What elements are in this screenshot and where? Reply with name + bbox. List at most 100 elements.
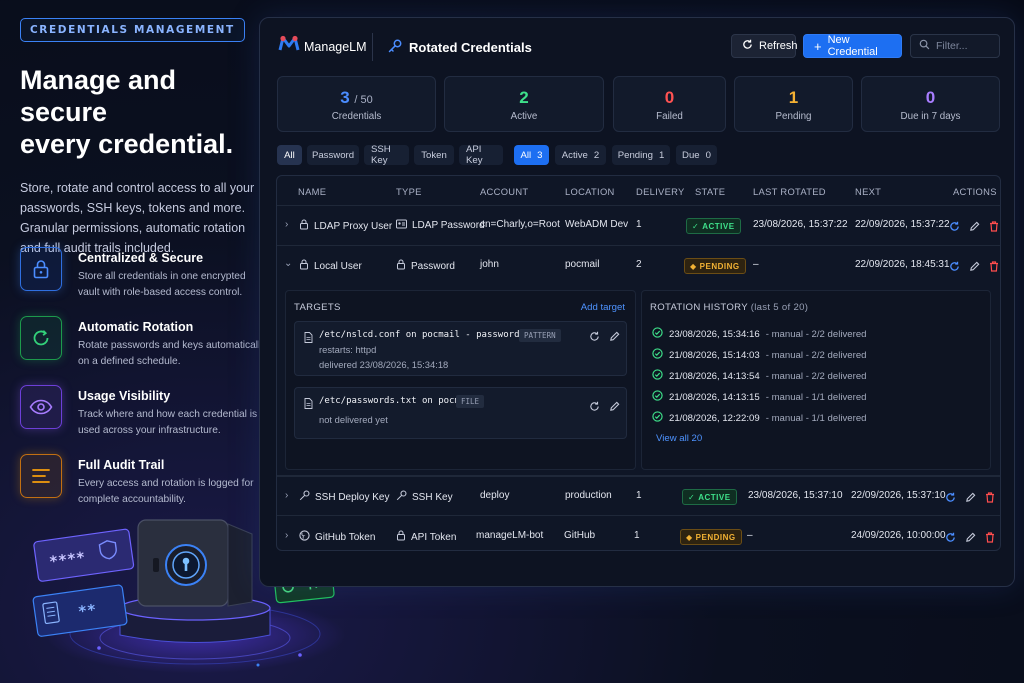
stat-label: Failed [656,111,683,122]
refresh-button[interactable]: Refresh [731,34,798,58]
new-credential-button[interactable]: + New Credential [803,34,902,58]
headline-line-2: every credential. [20,129,234,159]
target-tag: PATTERN [519,329,561,342]
edit-icon[interactable] [965,490,976,508]
rotate-icon[interactable] [949,219,960,237]
view-all-link[interactable]: View all 20 [656,433,702,444]
lock-icon [299,219,309,233]
type-filter-token[interactable]: Token [414,145,454,165]
feature-desc: Store all credentials in one encrypted v… [78,271,246,298]
feature-title: Usage Visibility [78,389,171,403]
target-card: /etc/nslcd.conf on pocmail - password ".… [294,321,627,376]
row-type-text: SSH Key [412,491,453,503]
chip-count: 2 [593,149,600,161]
type-filter-password[interactable]: Password [307,145,359,165]
col-account[interactable]: ACCOUNT [480,186,528,197]
col-type[interactable]: TYPE [396,186,422,197]
col-location[interactable]: LOCATION [565,186,615,197]
edit-icon[interactable] [969,259,980,277]
trash-icon[interactable] [989,219,999,237]
table-row[interactable]: › SSH Deploy Key SSH Key deploy producti… [277,476,1000,516]
row-name-text: GitHub Token [315,531,376,543]
rotate-icon[interactable] [945,530,956,548]
table-row[interactable]: › LDAP Proxy User LDAP Password cn=Charl… [277,206,1000,246]
add-target-link[interactable]: Add target [581,302,625,313]
filter-input[interactable]: Filter... [910,34,1000,58]
key-icon [396,490,407,504]
stat-label: Credentials [331,111,382,122]
feature-title: Full Audit Trail [78,458,165,472]
feature-title: Centralized & Secure [78,251,204,265]
stat-failed[interactable]: 0 Failed [613,76,726,132]
app-logo[interactable]: ManageLM [278,35,367,58]
edit-icon[interactable] [609,329,620,347]
col-next[interactable]: NEXT [855,186,881,197]
chip-count: 3 [537,149,543,161]
edit-icon[interactable] [969,219,980,237]
file-icon [304,396,313,414]
state-filter-all[interactable]: All 3 [514,145,549,165]
chevron-right-icon[interactable]: › [285,219,288,230]
status-badge: ◆ PENDING [684,258,746,274]
rotate-icon[interactable] [945,490,956,508]
col-name[interactable]: NAME [298,186,326,197]
chip-count: 0 [705,149,711,161]
chevron-right-icon[interactable]: › [285,530,288,541]
stat-label: Active [510,111,538,122]
status-text: ACTIVE [702,221,735,231]
edit-icon[interactable] [965,530,976,548]
history-meta: - manual - 2/2 delivered [765,328,867,340]
rotate-icon[interactable] [949,259,960,277]
target-tag: FILE [456,395,485,408]
stat-active[interactable]: 2 Active [444,76,604,132]
trash-icon[interactable] [989,259,999,277]
search-icon [919,39,930,53]
table-row[interactable]: › GitHub Token API Token manageLM-bot Gi… [277,517,1000,550]
feature-desc: Track where and how each credential is u… [78,409,258,436]
col-state[interactable]: STATE [695,186,725,197]
type-filter-all[interactable]: All [277,145,302,165]
hero-headline: Manage and secure every credential. [20,64,255,160]
row-last-rotated: – [747,530,753,541]
status-badge: ◆ PENDING [680,529,742,545]
stat-value: 0 [925,88,936,107]
check-circle-icon [652,369,663,383]
stat-label: Pending [775,111,812,122]
lock-icon [396,530,406,544]
table-row[interactable]: ⌄ Local User Password john pocmail 2 ◆ PE… [277,246,1000,286]
type-filter-api-key[interactable]: API Key [459,144,503,166]
chevron-down-icon[interactable]: ⌄ [284,258,292,269]
file-icon [304,330,313,348]
row-type: SSH Key [396,490,453,504]
type-filter-ssh-key[interactable]: SSH Key [364,144,409,166]
row-location: GitHub [564,530,596,541]
copy-icon[interactable] [589,399,600,417]
history-time: 21/08/2026, 14:13:15 [669,391,760,403]
trash-icon[interactable] [985,530,995,548]
stat-due[interactable]: 0 Due in 7 days [861,76,1000,132]
stat-value: 3 / 50 [340,88,373,107]
refresh-icon [742,39,753,53]
trash-icon[interactable] [985,490,995,508]
state-filter-active[interactable]: Active 2 [555,145,606,165]
chip-count: 1 [658,149,665,161]
rotate-icon [20,316,62,360]
stat-credentials[interactable]: 3 / 50 Credentials [277,76,436,132]
row-actions [949,259,999,277]
col-last-rotated[interactable]: LAST ROTATED [753,186,826,197]
history-item: 21/08/2026, 12:22:09 - manual - 1/1 deliv… [652,411,867,425]
feature-desc: Every access and rotation is logged for … [78,478,254,505]
target-restarts: restarts: httpd [319,344,377,355]
state-filter-due[interactable]: Due 0 [676,145,717,165]
divider [372,33,373,61]
chevron-right-icon[interactable]: › [285,490,288,501]
row-name-text: SSH Deploy Key [315,491,390,503]
stat-pending[interactable]: 1 Pending [734,76,853,132]
state-filter-pending[interactable]: Pending 1 [612,145,670,165]
stat-label: Due in 7 days [900,111,961,122]
copy-icon[interactable] [589,329,600,347]
edit-icon[interactable] [609,399,620,417]
col-delivery[interactable]: DELIVERY [636,186,685,197]
lock-icon [299,259,309,273]
row-name: Local User [299,259,362,273]
